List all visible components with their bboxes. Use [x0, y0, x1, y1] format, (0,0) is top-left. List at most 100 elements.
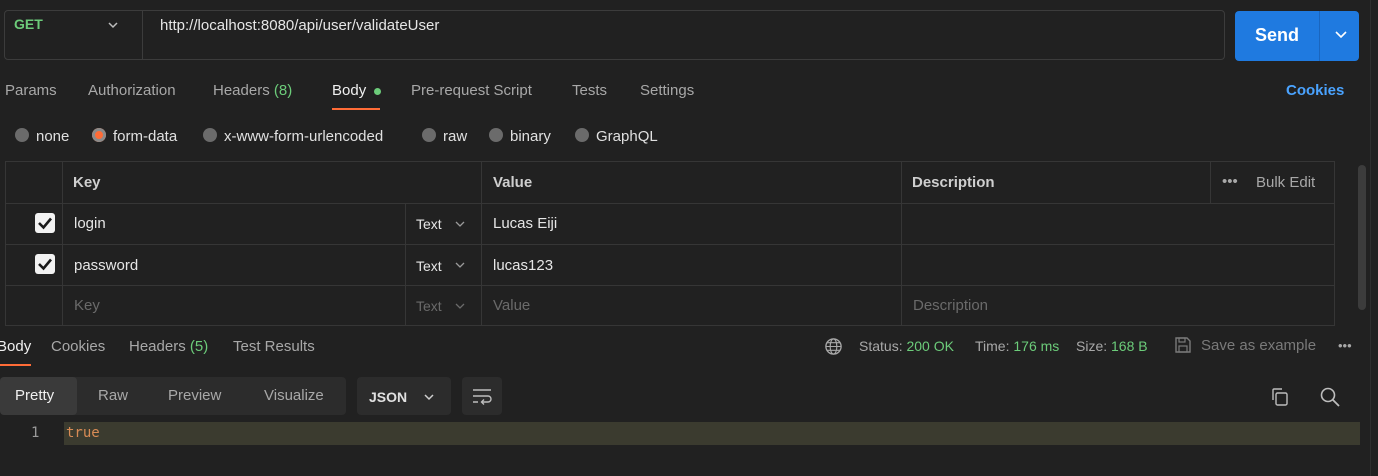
- tab-label: Params: [5, 82, 57, 99]
- globe-icon[interactable]: [824, 337, 843, 356]
- view-tab-visualize[interactable]: Visualize: [264, 387, 324, 404]
- tab-pre-request-script[interactable]: Pre-request Script: [411, 82, 532, 99]
- tab-label: Authorization: [88, 82, 176, 99]
- chevron-down-icon[interactable]: [454, 300, 466, 312]
- row-key[interactable]: login: [74, 215, 106, 232]
- send-divider: [1319, 11, 1320, 61]
- tab-label: Headers: [213, 82, 270, 99]
- tab-label: Test Results: [233, 338, 315, 355]
- save-as-example-button[interactable]: Save as example: [1201, 337, 1316, 354]
- tab-tests[interactable]: Tests: [572, 82, 607, 99]
- wrap-lines-icon[interactable]: [471, 386, 493, 406]
- table-col-divider: [1210, 161, 1211, 203]
- row-checkbox-checked-icon[interactable]: [35, 254, 55, 274]
- send-button-label[interactable]: Send: [1255, 25, 1299, 46]
- radio-label-urlencoded[interactable]: x-www-form-urlencoded: [224, 128, 383, 145]
- radio-graphql[interactable]: [575, 128, 589, 142]
- tab-authorization[interactable]: Authorization: [88, 82, 176, 99]
- chevron-down-icon[interactable]: [454, 218, 466, 230]
- table-col-divider: [405, 203, 406, 326]
- copy-icon[interactable]: [1270, 387, 1290, 407]
- view-tab-raw[interactable]: Raw: [98, 387, 128, 404]
- time-label: Time:: [975, 338, 1010, 354]
- response-tab-test-results[interactable]: Test Results: [233, 338, 315, 355]
- tab-params[interactable]: Params: [5, 82, 57, 99]
- url-divider: [142, 11, 143, 59]
- col-header-key: Key: [73, 174, 101, 191]
- more-options-icon[interactable]: •••: [1338, 338, 1352, 353]
- chevron-down-icon[interactable]: [422, 390, 436, 404]
- body-indicator-dot: [374, 88, 381, 95]
- tab-label: Headers: [129, 338, 186, 355]
- tab-label: Settings: [640, 82, 695, 99]
- method-select[interactable]: GET: [14, 16, 43, 32]
- status-value: 200 OK: [906, 338, 954, 354]
- table-col-divider: [901, 161, 902, 326]
- size-info[interactable]: Size: 168 B: [1076, 338, 1148, 354]
- time-info[interactable]: Time: 176 ms: [975, 338, 1059, 354]
- new-value-input[interactable]: Value: [493, 297, 530, 314]
- more-options-icon[interactable]: •••: [1222, 173, 1238, 190]
- new-type-select[interactable]: Text: [416, 298, 442, 314]
- radio-label-raw[interactable]: raw: [443, 128, 467, 145]
- tab-settings[interactable]: Settings: [640, 82, 694, 99]
- row-type-select[interactable]: Text: [416, 216, 442, 232]
- radio-label-form-data[interactable]: form-data: [113, 128, 177, 145]
- chevron-down-icon[interactable]: [454, 259, 466, 271]
- size-value: 168 B: [1111, 338, 1148, 354]
- time-value: 176 ms: [1013, 338, 1060, 354]
- tab-label: Body: [0, 338, 32, 355]
- row-type-select[interactable]: Text: [416, 258, 442, 274]
- radio-raw[interactable]: [422, 128, 436, 142]
- line-number: 1: [31, 425, 40, 441]
- col-header-value: Value: [493, 174, 533, 191]
- radio-label-none[interactable]: none: [36, 128, 69, 145]
- active-tab-underline: [332, 108, 380, 110]
- col-header-description: Description: [912, 174, 995, 191]
- response-active-underline: [0, 364, 31, 366]
- radio-label-graphql[interactable]: GraphQL: [596, 128, 658, 145]
- status-label: Status:: [859, 338, 903, 354]
- row-key[interactable]: password: [74, 257, 138, 274]
- new-key-input[interactable]: Key: [74, 297, 100, 314]
- table-divider: [5, 244, 1335, 245]
- tab-label: Tests: [572, 82, 608, 99]
- chevron-down-icon[interactable]: [106, 18, 120, 32]
- response-headers-count: (5): [189, 338, 209, 355]
- response-tab-body[interactable]: Body: [0, 338, 31, 355]
- view-tab-pretty[interactable]: Pretty: [15, 387, 54, 404]
- status-info[interactable]: Status: 200 OK: [859, 338, 954, 354]
- table-scrollbar[interactable]: [1358, 165, 1366, 310]
- table-divider: [5, 285, 1335, 286]
- headers-count: (8): [273, 82, 293, 99]
- cookies-link[interactable]: Cookies: [1286, 82, 1344, 99]
- table-divider: [5, 203, 1335, 204]
- table-col-divider: [62, 161, 63, 326]
- new-description-input[interactable]: Description: [913, 297, 988, 314]
- tab-label: Pre-request Script: [411, 82, 532, 99]
- code-line-highlight: [64, 422, 1360, 445]
- row-checkbox-checked-icon[interactable]: [35, 213, 55, 233]
- radio-binary[interactable]: [489, 128, 503, 142]
- search-icon[interactable]: [1319, 386, 1341, 408]
- radio-none[interactable]: [15, 128, 29, 142]
- radio-label-binary[interactable]: binary: [510, 128, 551, 145]
- response-tab-cookies[interactable]: Cookies: [51, 338, 105, 355]
- size-label: Size:: [1076, 338, 1108, 354]
- radio-x-www-form-urlencoded[interactable]: [203, 128, 217, 142]
- response-tab-headers[interactable]: Headers (5): [129, 338, 208, 355]
- format-select-label[interactable]: JSON: [369, 389, 407, 405]
- url-input[interactable]: http://localhost:8080/api/user/validateU…: [160, 17, 439, 34]
- right-panel-border: [1370, 0, 1371, 476]
- bulk-edit-button[interactable]: Bulk Edit: [1256, 174, 1315, 191]
- send-options-chevron-icon[interactable]: [1333, 26, 1349, 42]
- tab-headers[interactable]: Headers (8): [213, 82, 292, 99]
- tab-body[interactable]: Body: [332, 82, 366, 99]
- row-value[interactable]: Lucas Eiji: [493, 215, 557, 232]
- save-icon[interactable]: [1174, 336, 1192, 354]
- response-body-text[interactable]: true: [66, 425, 100, 441]
- view-tab-preview[interactable]: Preview: [168, 387, 221, 404]
- row-value[interactable]: lucas123: [493, 257, 553, 274]
- table-col-divider: [481, 161, 482, 326]
- radio-form-data[interactable]: [92, 128, 106, 142]
